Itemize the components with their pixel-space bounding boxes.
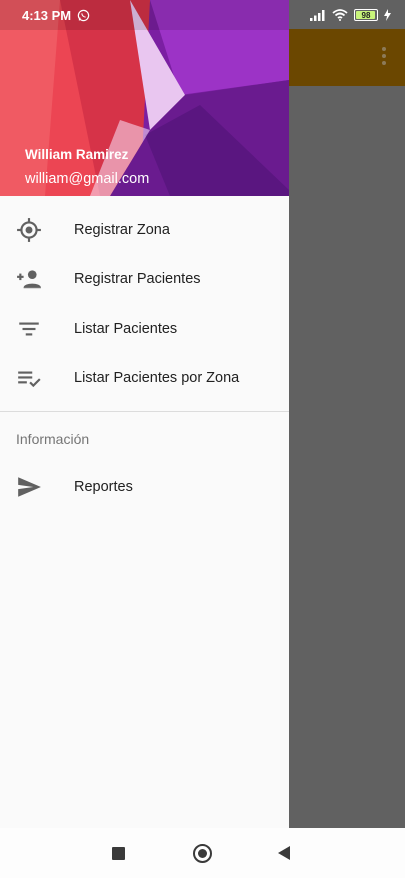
user-name: William Ramirez (25, 147, 129, 162)
battery-level: 98 (361, 10, 371, 20)
overflow-menu-icon[interactable] (381, 47, 387, 67)
signal-icon (310, 10, 325, 21)
menu-item-label: Listar Pacientes (74, 320, 178, 337)
section-title-informacion: Información (16, 431, 90, 447)
drawer-menu: Registrar Zona Registrar Pacientes Lista… (0, 196, 289, 512)
charging-bolt-icon (384, 9, 391, 21)
app-toolbar (289, 29, 405, 86)
gps-target-icon (17, 217, 41, 242)
filter-list-icon (19, 322, 39, 336)
menu-item-registrar-pacientes[interactable]: Registrar Pacientes (0, 255, 289, 305)
send-icon (18, 477, 41, 497)
menu-item-listar-pacientes-por-zona[interactable]: Listar Pacientes por Zona (0, 354, 289, 404)
home-icon[interactable] (193, 844, 212, 863)
recent-apps-icon[interactable] (112, 847, 125, 860)
menu-item-label: Reportes (74, 478, 133, 495)
navigation-drawer: William Ramirez william@gmail.com Regist… (0, 0, 289, 828)
wifi-icon (332, 9, 348, 21)
playlist-check-icon (18, 371, 41, 388)
menu-item-label: Listar Pacientes por Zona (74, 370, 240, 387)
menu-item-label: Registrar Zona (74, 221, 170, 238)
system-navigation-bar (0, 828, 405, 878)
menu-item-label: Registrar Pacientes (74, 271, 201, 288)
menu-item-registrar-zona[interactable]: Registrar Zona (0, 205, 289, 255)
person-add-icon (17, 270, 41, 289)
menu-item-listar-pacientes[interactable]: Listar Pacientes (0, 304, 289, 354)
back-icon[interactable] (278, 846, 290, 860)
battery-icon: 98 (354, 9, 378, 21)
status-time: 4:13 PM (22, 8, 72, 23)
user-email: william@gmail.com (25, 171, 150, 187)
status-bar: 4:13 PM 98 (0, 0, 405, 30)
whatsapp-icon (77, 9, 90, 22)
menu-item-reportes[interactable]: Reportes (0, 462, 289, 512)
